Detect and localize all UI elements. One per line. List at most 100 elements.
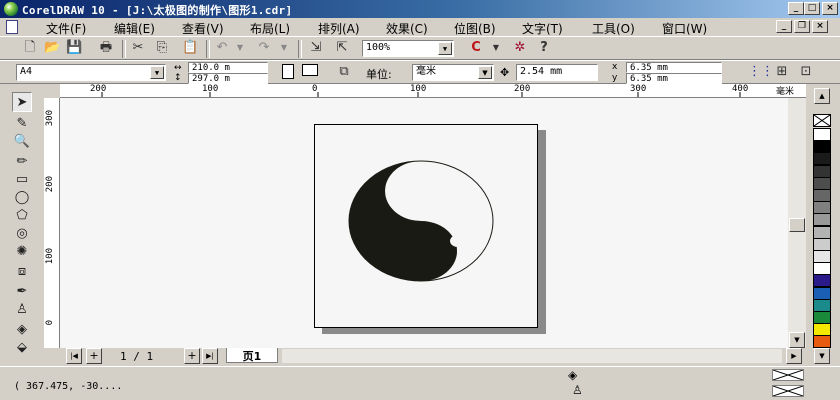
minimize-button[interactable]: _ bbox=[788, 2, 804, 15]
unit-dropdown-arrow[interactable]: ▼ bbox=[478, 66, 492, 79]
undo-dropdown-icon[interactable]: ▼ bbox=[232, 40, 248, 56]
spiral-tool-icon[interactable]: ◎ bbox=[12, 224, 32, 244]
doc-minimize-button[interactable]: _ bbox=[776, 20, 792, 33]
color-swatch[interactable] bbox=[813, 213, 831, 227]
color-swatch[interactable] bbox=[813, 286, 831, 300]
launcher-dropdown-icon[interactable]: ▼ bbox=[488, 40, 504, 56]
snap-to-grid-icon[interactable]: ⋮⋮ bbox=[748, 64, 774, 80]
scroll-down-button[interactable]: ▼ bbox=[789, 332, 805, 348]
pick-tool-icon[interactable]: ➤ bbox=[12, 92, 32, 112]
paste-icon[interactable]: 📋 bbox=[182, 40, 198, 56]
menu-effects[interactable]: 效果(C) bbox=[386, 20, 428, 37]
menu-window[interactable]: 窗口(W) bbox=[662, 20, 707, 37]
copy-icon[interactable]: ⎘ bbox=[154, 40, 170, 56]
shape-tool-icon[interactable]: ✎ bbox=[12, 114, 32, 134]
save-icon[interactable]: 💾 bbox=[66, 40, 82, 56]
first-page-button[interactable]: |◀ bbox=[66, 348, 82, 364]
snap-to-guidelines-icon[interactable]: ⊞ bbox=[774, 64, 790, 80]
undo-icon[interactable]: ↶ bbox=[214, 40, 230, 56]
fill-indicator-icon[interactable]: ◈ bbox=[568, 368, 577, 382]
menu-file[interactable]: 文件(F) bbox=[46, 20, 86, 37]
page-layout-icon[interactable]: ⧉ bbox=[336, 64, 352, 80]
menu-bitmaps[interactable]: 位图(B) bbox=[454, 20, 496, 37]
zoom-tool-icon[interactable]: 🔍 bbox=[12, 132, 32, 152]
open-icon[interactable]: 📂 bbox=[44, 40, 60, 56]
no-color-swatch[interactable] bbox=[813, 114, 831, 127]
landscape-icon[interactable] bbox=[302, 64, 318, 80]
menu-edit[interactable]: 编辑(E) bbox=[114, 20, 155, 37]
help-icon[interactable]: ? bbox=[536, 40, 552, 56]
ellipse-tool-icon[interactable]: ◯ bbox=[12, 188, 32, 208]
coreldraw-app-icon[interactable] bbox=[4, 2, 18, 16]
menu-tools[interactable]: 工具(O) bbox=[592, 20, 635, 37]
vertical-ruler[interactable]: 300 200 100 0 bbox=[44, 98, 60, 348]
paper-height-field[interactable]: 297.0 m bbox=[188, 73, 268, 84]
color-swatch[interactable] bbox=[813, 140, 831, 154]
horizontal-scrollbar-track[interactable] bbox=[282, 349, 782, 363]
print-icon[interactable]: 🖶 bbox=[98, 40, 114, 56]
color-swatch[interactable] bbox=[813, 176, 831, 190]
drawing-canvas[interactable] bbox=[60, 98, 788, 348]
menu-layout[interactable]: 布局(L) bbox=[250, 20, 290, 37]
outline-tool-icon[interactable]: ♙ bbox=[12, 300, 32, 320]
document-icon[interactable] bbox=[6, 20, 18, 34]
duplicate-y-field[interactable]: 6.35 mm bbox=[626, 73, 722, 84]
export-icon[interactable]: ⇱ bbox=[334, 40, 350, 56]
color-swatch[interactable] bbox=[813, 128, 831, 141]
color-swatch[interactable] bbox=[813, 237, 831, 251]
horizontal-ruler[interactable]: 200 100 0 100 200 300 400 毫米 bbox=[44, 84, 806, 98]
nudge-field[interactable]: 2.54 mm bbox=[516, 64, 598, 81]
cut-icon[interactable]: ✂ bbox=[130, 40, 146, 56]
doc-close-button[interactable]: × bbox=[812, 20, 828, 33]
scroll-right-button[interactable]: ▶ bbox=[786, 348, 802, 364]
doc-restore-button[interactable]: ❐ bbox=[794, 20, 810, 33]
color-swatch[interactable] bbox=[813, 164, 831, 178]
import-icon[interactable]: ⇲ bbox=[308, 40, 324, 56]
taiji-symbol[interactable] bbox=[348, 160, 494, 282]
corel-online-icon[interactable]: ✲ bbox=[512, 40, 528, 56]
portrait-icon[interactable] bbox=[280, 64, 296, 80]
color-swatch[interactable] bbox=[813, 311, 831, 324]
palette-scroll-down-button[interactable]: ▼ bbox=[814, 348, 830, 364]
redo-icon[interactable]: ↷ bbox=[256, 40, 272, 56]
add-page-before-button[interactable]: + bbox=[86, 348, 102, 364]
snap-to-objects-icon[interactable]: ⊡ bbox=[798, 64, 814, 80]
paper-size-dropdown-arrow[interactable]: ▼ bbox=[150, 66, 164, 79]
color-swatch[interactable] bbox=[813, 189, 831, 202]
interactive-blend-tool-icon[interactable]: ⧈ bbox=[12, 262, 32, 282]
color-swatch[interactable] bbox=[813, 335, 831, 349]
new-icon[interactable]: 🗋 bbox=[22, 40, 38, 56]
maximize-button[interactable]: □ bbox=[804, 2, 820, 15]
ruler-origin[interactable] bbox=[44, 84, 60, 98]
color-swatch[interactable] bbox=[813, 262, 831, 276]
palette-scroll-up-button[interactable]: ▲ bbox=[814, 88, 830, 104]
menu-text[interactable]: 文字(T) bbox=[522, 20, 563, 37]
outline-color-indicator[interactable] bbox=[772, 385, 804, 397]
unit-combo[interactable]: 毫米 ▼ bbox=[412, 64, 494, 81]
application-launcher-icon[interactable]: C bbox=[468, 40, 484, 56]
color-swatch[interactable] bbox=[813, 225, 831, 239]
redo-dropdown-icon[interactable]: ▼ bbox=[276, 40, 292, 56]
color-swatch[interactable] bbox=[813, 152, 831, 166]
eyedropper-tool-icon[interactable]: ✒ bbox=[12, 282, 32, 302]
close-button[interactable]: × bbox=[822, 2, 838, 15]
color-swatch[interactable] bbox=[813, 201, 831, 215]
fill-color-indicator[interactable] bbox=[772, 369, 804, 381]
polygon-tool-icon[interactable]: ⬠ bbox=[12, 206, 32, 226]
rectangle-tool-icon[interactable]: ▭ bbox=[12, 170, 32, 190]
scroll-thumb[interactable] bbox=[789, 218, 805, 232]
paper-width-field[interactable]: 210.0 m bbox=[188, 62, 268, 73]
zoom-dropdown-arrow[interactable]: ▼ bbox=[438, 42, 452, 55]
menu-view[interactable]: 查看(V) bbox=[182, 20, 224, 37]
color-swatch[interactable] bbox=[813, 274, 831, 288]
last-page-button[interactable]: ▶| bbox=[202, 348, 218, 364]
interactive-fill-tool-icon[interactable]: ⬙ bbox=[12, 338, 32, 358]
zoom-combo[interactable]: 100% ▼ bbox=[362, 40, 454, 57]
color-swatch[interactable] bbox=[813, 250, 831, 263]
paper-size-combo[interactable]: A4 ▼ bbox=[16, 64, 166, 81]
vertical-scrollbar[interactable]: ▼ bbox=[788, 98, 806, 348]
freehand-tool-icon[interactable]: ✏ bbox=[12, 152, 32, 172]
duplicate-x-field[interactable]: 6.35 mm bbox=[626, 62, 722, 73]
menu-arrange[interactable]: 排列(A) bbox=[318, 20, 360, 37]
outline-indicator-icon[interactable]: ♙ bbox=[572, 383, 583, 397]
